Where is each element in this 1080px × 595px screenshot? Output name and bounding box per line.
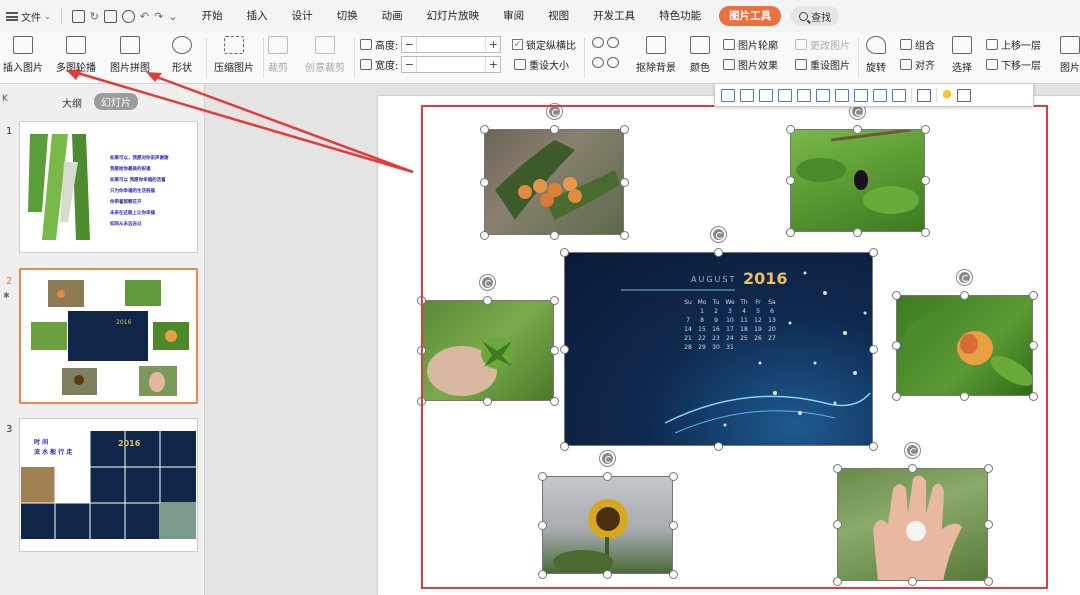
annotation-arrows (0, 0, 1080, 595)
arrow-to-multi-carousel (74, 72, 413, 172)
arrow-to-picture-collage (154, 76, 413, 172)
arrowhead-icon (66, 70, 82, 80)
